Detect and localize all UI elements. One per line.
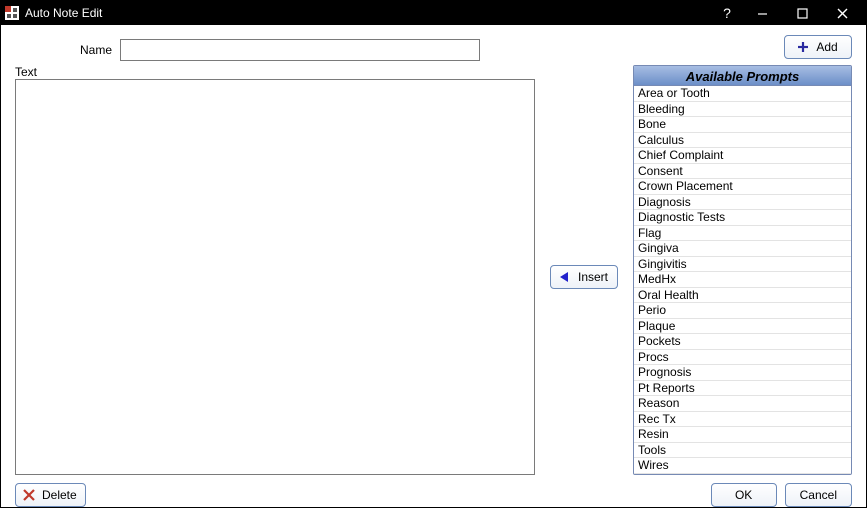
maximize-button[interactable] (782, 1, 822, 25)
prompt-item[interactable]: Gingivitis (634, 257, 851, 273)
prompt-item[interactable]: Plaque (634, 319, 851, 335)
titlebar: Auto Note Edit ? (1, 1, 866, 25)
prompt-item[interactable]: Procs (634, 350, 851, 366)
name-label: Name (15, 43, 120, 57)
available-prompts-list[interactable]: Area or ToothBleedingBoneCalculusChief C… (634, 86, 851, 474)
arrow-left-icon (558, 270, 572, 284)
help-button[interactable]: ? (712, 1, 742, 25)
app-icon (5, 6, 19, 20)
prompt-item[interactable]: Diagnostic Tests (634, 210, 851, 226)
prompt-item[interactable]: Crown Placement (634, 179, 851, 195)
text-label: Text (15, 65, 535, 79)
prompt-item[interactable]: Calculus (634, 133, 851, 149)
cancel-button[interactable]: Cancel (785, 483, 852, 507)
prompt-item[interactable]: Perio (634, 303, 851, 319)
ok-button[interactable]: OK (711, 483, 777, 507)
prompt-item[interactable]: Gingiva (634, 241, 851, 257)
prompt-item[interactable]: Consent (634, 164, 851, 180)
minimize-button[interactable] (742, 1, 782, 25)
ok-button-label: OK (735, 488, 752, 502)
add-button-label: Add (816, 40, 837, 54)
prompt-item[interactable]: Flag (634, 226, 851, 242)
cancel-button-label: Cancel (800, 488, 837, 502)
insert-button-label: Insert (578, 270, 608, 284)
prompt-item[interactable]: Area or Tooth (634, 86, 851, 102)
prompt-item[interactable]: Pockets (634, 334, 851, 350)
prompt-item[interactable]: Tools (634, 443, 851, 459)
prompt-item[interactable]: Oral Health (634, 288, 851, 304)
text-area[interactable] (15, 79, 535, 475)
x-icon (22, 488, 36, 502)
prompt-item[interactable]: Rec Tx (634, 412, 851, 428)
prompt-item[interactable]: Prognosis (634, 365, 851, 381)
client-area: Name Add Text Insert Availabl (1, 25, 866, 508)
prompt-item[interactable]: MedHx (634, 272, 851, 288)
insert-button[interactable]: Insert (550, 265, 618, 289)
add-button[interactable]: Add (784, 35, 852, 59)
delete-button[interactable]: Delete (15, 483, 86, 507)
window: Auto Note Edit ? Name Add Text (0, 0, 867, 508)
prompt-item[interactable]: Bone (634, 117, 851, 133)
prompt-item[interactable]: Reason (634, 396, 851, 412)
prompt-item[interactable]: Pt Reports (634, 381, 851, 397)
plus-icon (796, 40, 810, 54)
prompt-item[interactable]: Diagnosis (634, 195, 851, 211)
name-input[interactable] (120, 39, 480, 61)
prompt-item[interactable]: Resin (634, 427, 851, 443)
prompt-item[interactable]: Bleeding (634, 102, 851, 118)
prompt-item[interactable]: Chief Complaint (634, 148, 851, 164)
available-prompts-panel: Available Prompts Area or ToothBleedingB… (633, 65, 852, 475)
available-prompts-header: Available Prompts (634, 66, 851, 86)
prompt-item[interactable]: Wires (634, 458, 851, 474)
close-button[interactable] (822, 1, 862, 25)
delete-button-label: Delete (42, 488, 77, 502)
window-title: Auto Note Edit (25, 6, 102, 20)
